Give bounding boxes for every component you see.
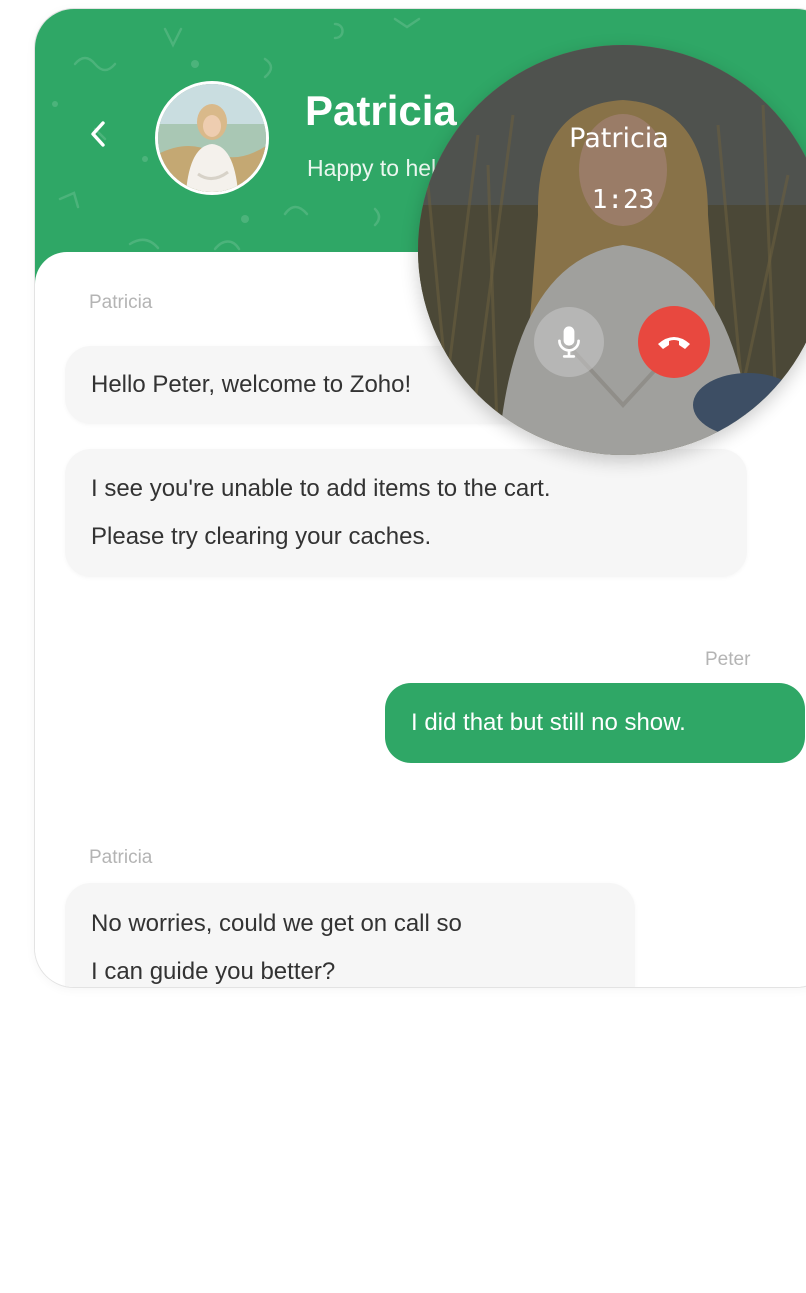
message-text: I can guide you better?: [91, 958, 336, 985]
call-timer: 1:23: [591, 185, 655, 215]
mute-button[interactable]: [534, 307, 604, 377]
contact-avatar[interactable]: [155, 81, 269, 195]
chevron-left-icon: [91, 121, 105, 147]
sender-label: Patricia: [89, 847, 153, 868]
message-text: No worries, could we get on call so: [91, 910, 462, 937]
sender-label: Peter: [705, 649, 751, 670]
message-text: Hello Peter, welcome to Zoho!: [91, 371, 412, 398]
microphone-icon: [558, 326, 580, 358]
caller-video-feed: [418, 45, 806, 455]
message-bubble: I see you're unable to add items to the …: [65, 449, 747, 577]
message-text: Please try clearing your caches.: [91, 523, 432, 550]
avatar-photo: [158, 84, 266, 192]
back-button[interactable]: [83, 112, 113, 156]
phone-hangup-icon: [658, 337, 690, 349]
message-bubble-outgoing: I did that but still no show.: [385, 683, 805, 763]
caller-name: Patricia: [569, 123, 669, 154]
hang-up-button[interactable]: [638, 306, 710, 378]
message-text: I did that but still no show.: [411, 709, 686, 736]
video-call-overlay[interactable]: Patricia 1:23: [418, 45, 806, 455]
message-text: I see you're unable to add items to the …: [91, 475, 551, 502]
sender-label: Patricia: [89, 292, 153, 313]
message-bubble: No worries, could we get on call so I ca…: [65, 883, 635, 987]
